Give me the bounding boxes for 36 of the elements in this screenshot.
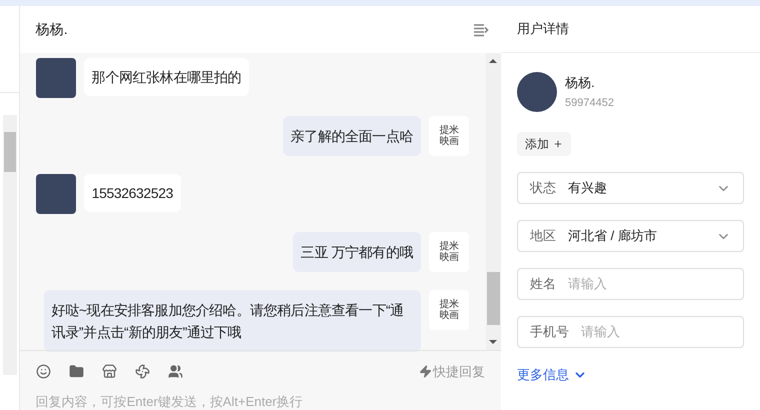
logo-avatar: 提米映画 [429,232,469,272]
scrollbar[interactable] [3,115,17,375]
message-bubble: 那个网红张林在哪里拍的 [84,58,250,96]
emoji-icon[interactable] [36,364,51,379]
avatar-photo-placeholder [36,174,76,214]
text-input[interactable]: 请输入 [568,274,731,294]
select-field[interactable]: 地区 河北省 / 廊坊市 [517,220,744,252]
message-bubble: 三亚 万宁都有的哦 [292,232,421,272]
message-bubble: 15532632523 [84,174,181,212]
avatar-photo-placeholder [517,72,557,112]
logo-avatar: 提米映画 [429,116,469,156]
users-icon[interactable] [168,364,183,379]
reply-input-field[interactable]: 回复内容，可按Enter键发送，按Alt+Enter换行 [20,392,501,410]
field-label: 姓名 [530,275,556,294]
user-id: 59974452 [565,96,614,110]
add-tag-button[interactable]: 添加 [517,132,571,156]
field-label: 手机号 [530,323,569,342]
message-bubble: 亲了解的全面一点哈 [282,116,421,156]
input-field[interactable]: 姓名 请输入 [517,268,744,300]
lightning-icon [419,365,432,378]
panel-title: 用户详情 [517,20,569,38]
input-field[interactable]: 手机号 请输入 [517,316,744,348]
logo-avatar: 提米映画 [429,290,469,330]
list-collapse-icon[interactable] [473,22,489,36]
text-input[interactable]: 请输入 [581,322,731,342]
user-name: 杨杨. [565,74,596,92]
chat-title: 杨杨. [36,20,68,39]
avatar-photo-placeholder [36,58,76,98]
message-bubble: 好哒~现在安排客服加您介绍哈。请您稍后注意查看一下“通讯录”并点击“新的朋友”通过下哦 [44,290,421,352]
plus-icon [553,139,563,149]
store-icon[interactable] [102,364,117,379]
folder-icon[interactable] [68,364,84,379]
scrollbar[interactable] [486,53,501,350]
select-field[interactable]: 状态 有兴趣 [517,172,744,204]
fan-icon[interactable] [134,364,150,379]
more-info-link[interactable]: 更多信息 [517,365,744,384]
